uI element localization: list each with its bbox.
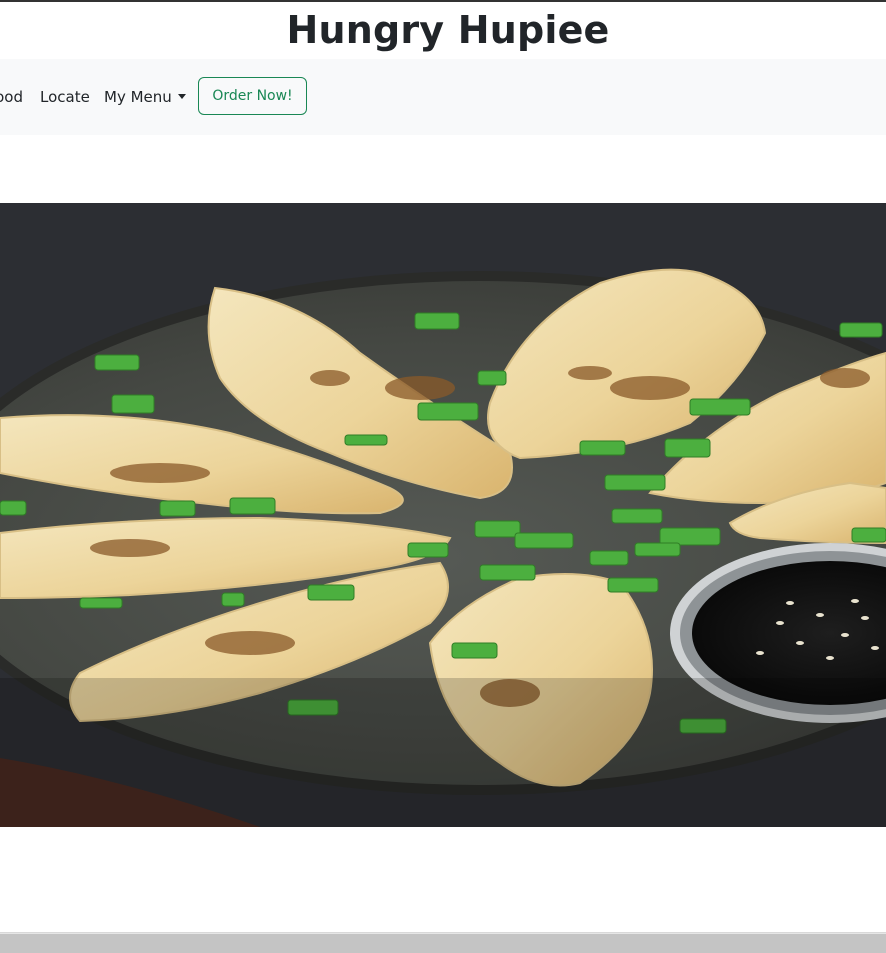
nav-link-food[interactable]: Food [0, 88, 23, 106]
site-title: Hungry Hupiee [286, 8, 610, 52]
nav-dropdown-my-menu[interactable]: My Menu [104, 88, 186, 106]
nav-dropdown-label: My Menu [104, 88, 172, 106]
order-now-button[interactable]: Order Now! [198, 77, 307, 115]
horizontal-scrollbar-thumb[interactable] [0, 933, 886, 953]
hero-image-dumplings [0, 203, 886, 827]
caret-down-icon [177, 94, 186, 99]
nav-link-locate[interactable]: Locate [40, 88, 90, 106]
